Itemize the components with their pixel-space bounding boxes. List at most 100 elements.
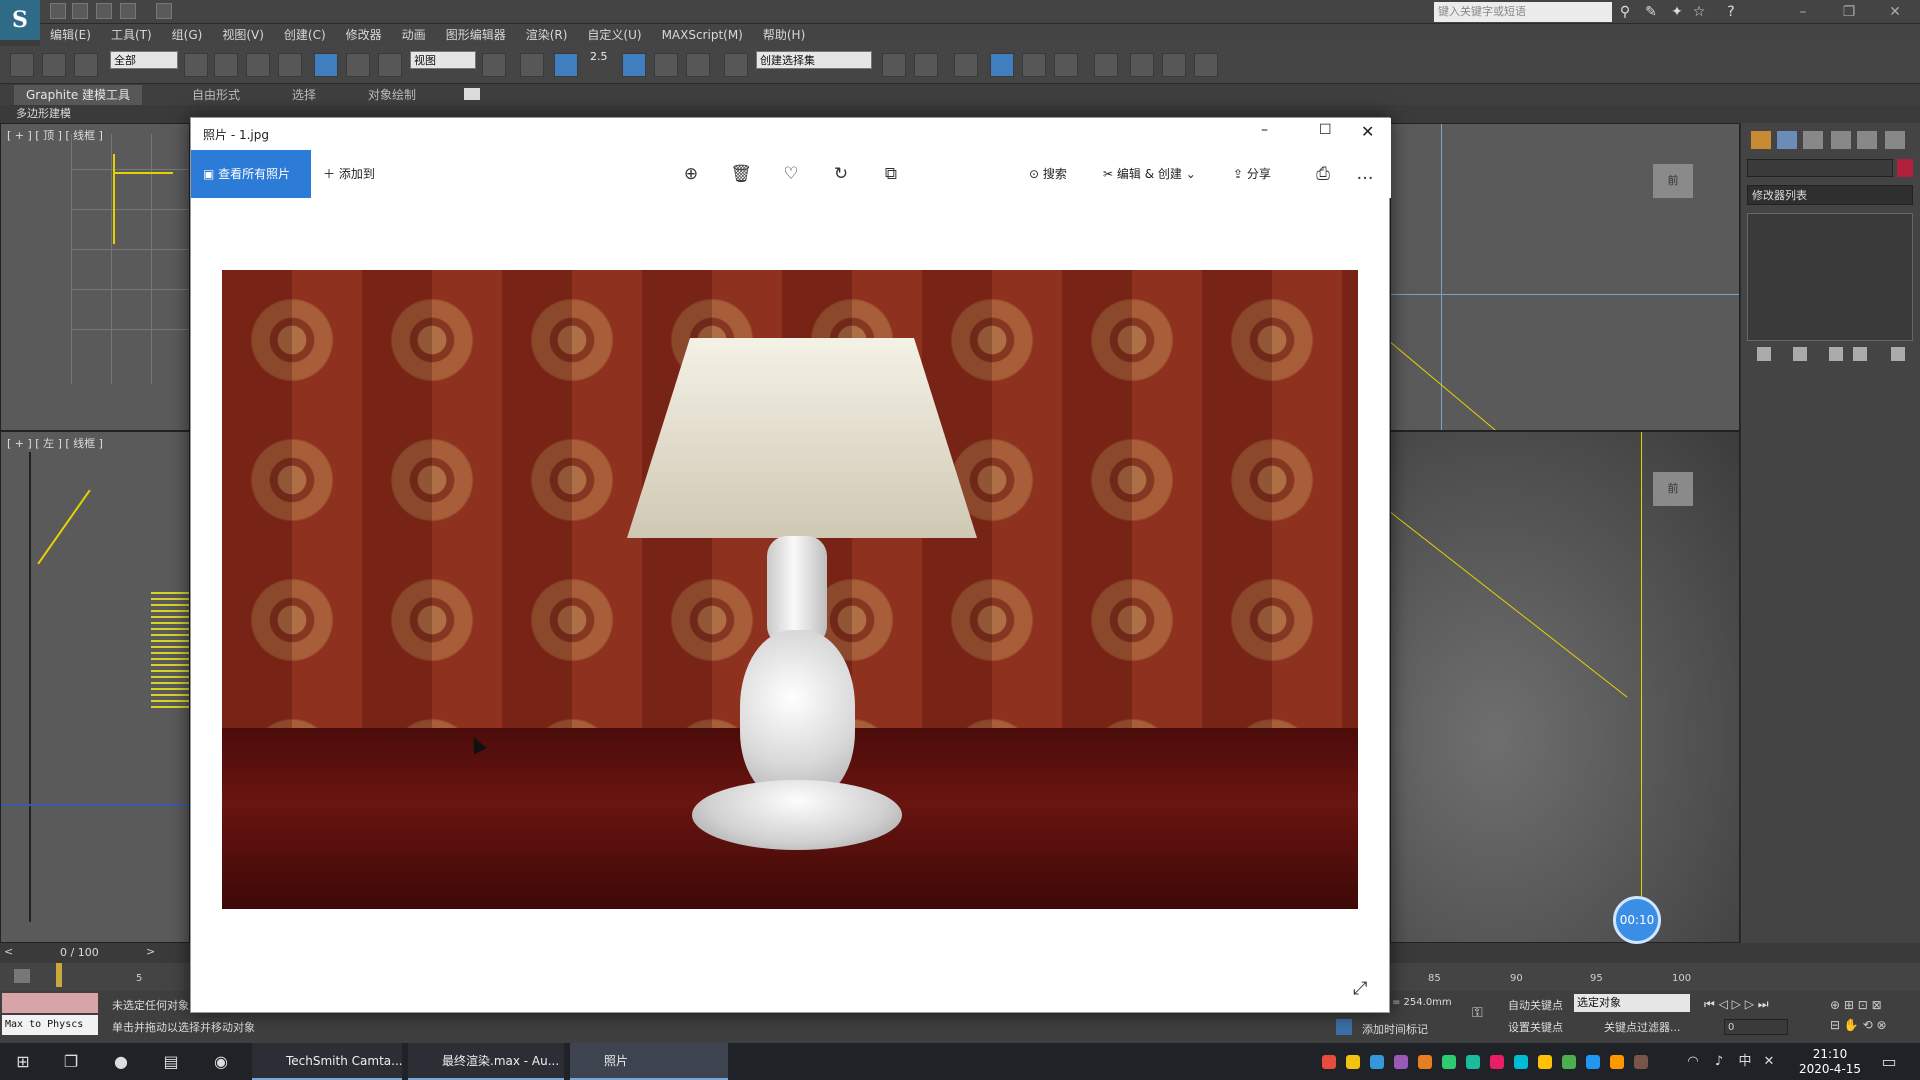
- manipulate-icon[interactable]: [520, 53, 544, 77]
- script-listener-pink[interactable]: [2, 993, 98, 1013]
- tools-icon[interactable]: ✎: [1642, 3, 1660, 21]
- select-object-icon[interactable]: [184, 53, 208, 77]
- viewport-nav-icons[interactable]: ⊕ ⊞ ⊡ ⊠ ⊟ ✋ ⟲ ⊗: [1830, 995, 1918, 1035]
- max-restore-icon[interactable]: ❐: [1826, 0, 1872, 24]
- layer-manager-icon[interactable]: [954, 53, 978, 77]
- show-end-result-icon[interactable]: [1793, 347, 1807, 361]
- print-icon[interactable]: ⎙: [1311, 162, 1335, 186]
- expand-icon[interactable]: ⤢: [1353, 978, 1367, 999]
- tab-object-paint[interactable]: 对象绘制: [356, 85, 428, 105]
- viewport-left-label[interactable]: [ + ] [ 左 ] [ 线框 ]: [7, 435, 103, 451]
- link-icon[interactable]: [10, 53, 34, 77]
- undo-icon[interactable]: [120, 3, 136, 19]
- remove-modifier-icon[interactable]: [1853, 347, 1867, 361]
- selection-filter-dropdown[interactable]: 全部: [110, 51, 178, 69]
- viewport-top-label[interactable]: [ + ] [ 顶 ] [ 线框 ]: [7, 127, 103, 143]
- bind-spacewarp-icon[interactable]: [74, 53, 98, 77]
- select-by-name-icon[interactable]: [214, 53, 238, 77]
- move-icon[interactable]: [314, 53, 338, 77]
- align-icon[interactable]: [914, 53, 938, 77]
- curve-editor-mini-icon[interactable]: [14, 969, 30, 983]
- tray-app-icon-6[interactable]: [1442, 1055, 1456, 1069]
- set-key-label[interactable]: 设置关键点: [1508, 1019, 1563, 1035]
- schematic-view-icon[interactable]: [1054, 53, 1078, 77]
- max-close-icon[interactable]: ✕: [1872, 0, 1918, 24]
- tray-app-icon-12[interactable]: [1586, 1055, 1600, 1069]
- favorite-heart-icon[interactable]: ♡: [779, 162, 803, 186]
- ribbon-options-icon[interactable]: [464, 88, 480, 100]
- pivot-center-icon[interactable]: [482, 53, 506, 77]
- spinner-snap-icon[interactable]: [686, 53, 710, 77]
- open-file-icon[interactable]: [72, 3, 88, 19]
- window-crossing-icon[interactable]: [278, 53, 302, 77]
- make-unique-icon[interactable]: [1829, 347, 1843, 361]
- add-to-button[interactable]: ＋ 添加到: [323, 162, 375, 186]
- menu-graph-editors[interactable]: 图形编辑器: [436, 24, 516, 46]
- key-mode-dropdown[interactable]: 选定对象: [1574, 994, 1690, 1012]
- edit-create-button[interactable]: ✂ 编辑 & 创建 ⌄: [1103, 162, 1196, 186]
- menu-maxscript[interactable]: MAXScript(M): [652, 24, 753, 46]
- tray-close-icon[interactable]: ✕: [1756, 1049, 1782, 1075]
- photos-minimize-icon[interactable]: –: [1261, 122, 1268, 138]
- time-slider-handle[interactable]: [56, 963, 62, 987]
- modifier-list-dropdown[interactable]: 修改器列表: [1747, 185, 1913, 205]
- pin-stack-icon[interactable]: [1757, 347, 1771, 361]
- qq-icon[interactable]: ●: [108, 1049, 134, 1075]
- motion-panel-icon[interactable]: [1831, 131, 1851, 149]
- tray-app-icon-10[interactable]: [1538, 1055, 1552, 1069]
- configure-sets-icon[interactable]: [1891, 347, 1905, 361]
- auto-key-label[interactable]: 自动关键点: [1508, 997, 1563, 1013]
- modifier-stack[interactable]: [1747, 213, 1913, 341]
- reference-coordinate-dropdown[interactable]: 视图: [410, 51, 476, 69]
- curve-editor-icon[interactable]: [1022, 53, 1046, 77]
- key-icon[interactable]: ⚿: [1472, 1005, 1483, 1021]
- task-camtasia[interactable]: TechSmith Camta...: [252, 1043, 403, 1080]
- new-file-icon[interactable]: [50, 3, 66, 19]
- rect-selection-icon[interactable]: [246, 53, 270, 77]
- wifi-icon[interactable]: ◠: [1680, 1049, 1706, 1075]
- file-explorer-icon[interactable]: ▤: [158, 1049, 184, 1075]
- object-color-swatch[interactable]: [1897, 159, 1913, 177]
- add-time-tag[interactable]: 添加时间标记: [1362, 1021, 1428, 1037]
- menu-modifiers[interactable]: 修改器: [336, 24, 392, 46]
- viewport-front[interactable]: 前: [1390, 123, 1740, 431]
- tray-app-icon-7[interactable]: [1466, 1055, 1480, 1069]
- tray-app-icon-2[interactable]: [1346, 1055, 1360, 1069]
- current-frame-field[interactable]: 0: [1724, 1019, 1788, 1035]
- maxscript-mini-listener[interactable]: Max to Physcs: [2, 1015, 98, 1035]
- tray-app-icon-11[interactable]: [1562, 1055, 1576, 1069]
- more-options-icon[interactable]: …: [1353, 162, 1377, 186]
- viewport-perspective[interactable]: 前: [1390, 431, 1740, 943]
- photos-close-icon[interactable]: ✕: [1361, 122, 1374, 141]
- nav-cube[interactable]: 前: [1653, 164, 1693, 198]
- rendered-image[interactable]: [222, 270, 1358, 909]
- task-photos[interactable]: 照片: [570, 1043, 728, 1080]
- delete-icon[interactable]: 🗑: [729, 162, 753, 186]
- graphite-toggle-icon[interactable]: [990, 53, 1014, 77]
- ribbon-subtab[interactable]: 多边形建模: [0, 105, 200, 123]
- tab-selection[interactable]: 选择: [280, 85, 328, 105]
- menu-create[interactable]: 创建(C): [274, 24, 336, 46]
- display-panel-icon[interactable]: [1857, 131, 1877, 149]
- zoom-icon[interactable]: ⊕: [679, 162, 703, 186]
- time-next-icon[interactable]: >: [146, 945, 155, 958]
- tray-app-icon-9[interactable]: [1514, 1055, 1528, 1069]
- windows-start-icon[interactable]: ⊞: [10, 1049, 36, 1075]
- menu-rendering[interactable]: 渲染(R): [516, 24, 578, 46]
- view-all-photos-button[interactable]: ▣ 查看所有照片: [191, 150, 311, 198]
- volume-icon[interactable]: ♪: [1706, 1049, 1732, 1075]
- save-file-icon[interactable]: [96, 3, 112, 19]
- time-tag-icon[interactable]: [1336, 1019, 1352, 1035]
- edit-named-sel-icon[interactable]: [724, 53, 748, 77]
- named-selection-dropdown[interactable]: 创建选择集: [756, 51, 872, 69]
- viewport-left[interactable]: [ + ] [ 左 ] [ 线框 ]: [0, 431, 190, 943]
- redo-icon[interactable]: [156, 3, 172, 19]
- tray-app-icon-4[interactable]: [1394, 1055, 1408, 1069]
- menu-animation[interactable]: 动画: [392, 24, 436, 46]
- menu-group[interactable]: 组(G): [162, 24, 213, 46]
- rendered-frame-icon[interactable]: [1162, 53, 1186, 77]
- create-panel-icon[interactable]: [1751, 131, 1771, 149]
- menu-tools[interactable]: 工具(T): [101, 24, 162, 46]
- object-name-field[interactable]: [1747, 159, 1893, 177]
- search-input[interactable]: 键入关键字或短语: [1434, 2, 1612, 22]
